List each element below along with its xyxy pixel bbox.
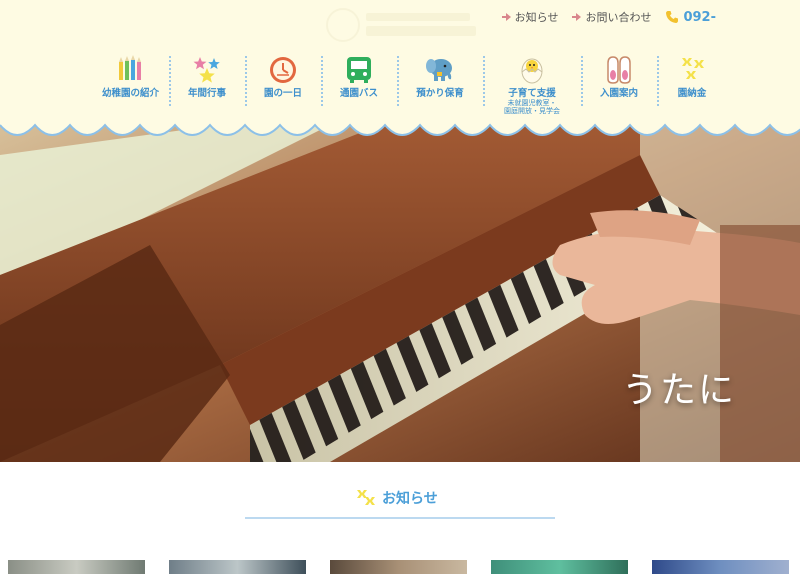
nav-label-fees: 園納金 bbox=[677, 88, 707, 99]
news-thumbnails bbox=[8, 560, 800, 574]
news-thumbnail[interactable] bbox=[169, 560, 306, 574]
nav-sub-parenting-1: 未就園児教室・ bbox=[507, 99, 557, 107]
top-utility-links: お知らせ お問い合わせ 092- bbox=[501, 8, 800, 26]
news-section: お知らせ bbox=[0, 462, 800, 574]
chick-egg-icon bbox=[521, 58, 543, 84]
nav-label-parenting-support: 子育て支援 bbox=[508, 88, 556, 99]
nav-item-admissions[interactable]: 入園案内 bbox=[581, 52, 657, 118]
bus-icon bbox=[347, 57, 371, 83]
arrow-right-icon bbox=[572, 12, 582, 22]
news-thumbnail[interactable] bbox=[330, 560, 467, 574]
nav-label-school-bus: 通園バス bbox=[339, 88, 378, 99]
news-divider bbox=[245, 517, 555, 519]
nav-item-parenting-support[interactable]: 子育て支援 未就園児教室・ 園庭開放・見学会 bbox=[483, 52, 581, 118]
phone-link[interactable]: 092- bbox=[665, 10, 716, 25]
shoes-icon bbox=[607, 56, 631, 84]
nav-item-childcare[interactable]: 預かり保育 bbox=[397, 52, 483, 118]
nav-item-daily-schedule[interactable]: 園の一日 bbox=[245, 52, 321, 118]
scallop-border bbox=[0, 118, 800, 136]
clock-icon bbox=[270, 57, 296, 83]
hero-caption: うたに bbox=[622, 370, 737, 411]
contact-link[interactable]: お問い合わせ bbox=[572, 9, 651, 25]
contact-link-label: お問い合わせ bbox=[585, 11, 652, 24]
news-link[interactable]: お知らせ bbox=[501, 9, 559, 25]
nav-label-admissions: 入園案内 bbox=[599, 88, 638, 99]
nav-sub-parenting-2: 園庭開放・見学会 bbox=[504, 107, 560, 115]
colored-pencils-icon bbox=[118, 55, 141, 80]
nav-item-annual-events[interactable]: 年間行事 bbox=[169, 52, 245, 118]
nav-item-about[interactable]: 幼稚園の紹介 bbox=[92, 52, 169, 118]
news-link-label: お知らせ bbox=[514, 11, 559, 24]
nav-label-annual-events: 年間行事 bbox=[187, 88, 226, 99]
phone-icon bbox=[666, 11, 679, 23]
crosses-icon bbox=[682, 58, 704, 79]
news-heading: お知らせ bbox=[356, 488, 438, 508]
nav-item-fees[interactable]: 園納金 bbox=[657, 52, 727, 118]
stars-icon bbox=[193, 57, 220, 83]
news-title: お知らせ bbox=[382, 491, 438, 507]
news-thumbnail[interactable] bbox=[8, 560, 145, 574]
elephant-icon bbox=[426, 59, 452, 81]
phone-number: 092- bbox=[683, 9, 716, 25]
arrow-right-icon bbox=[501, 12, 512, 22]
news-thumbnail[interactable] bbox=[491, 560, 628, 574]
global-nav: 幼稚園の紹介 年間行事 園の一日 通園バス 預かり保育 子育て支援 未就園児教室… bbox=[92, 52, 727, 118]
site-header: お知らせ お問い合わせ 092- 幼稚園の紹介 年間行事 園の一日 通園バス 預… bbox=[0, 0, 800, 125]
nav-label-childcare: 預かり保育 bbox=[416, 88, 464, 99]
nav-label-daily-schedule: 園の一日 bbox=[263, 88, 302, 99]
site-logo[interactable] bbox=[326, 8, 476, 44]
news-thumbnail[interactable] bbox=[652, 560, 789, 574]
nav-item-school-bus[interactable]: 通園バス bbox=[321, 52, 397, 118]
crosses-icon bbox=[357, 490, 375, 505]
nav-label-about: 幼稚園の紹介 bbox=[101, 88, 159, 99]
